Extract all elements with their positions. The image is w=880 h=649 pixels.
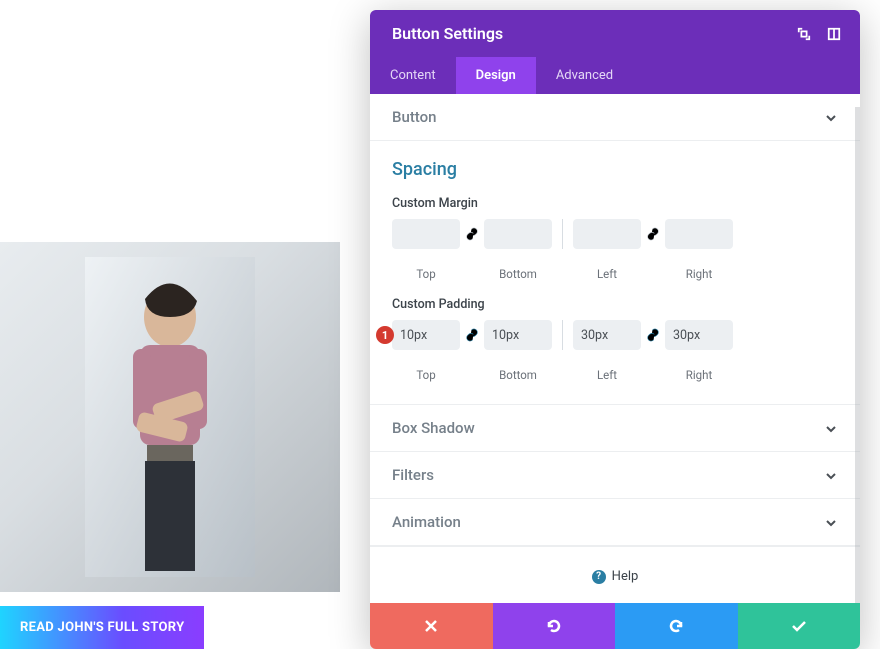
settings-panel: Button Settings Content Design Advanced …	[370, 10, 860, 649]
padding-right-input[interactable]	[665, 320, 733, 350]
scrollbar[interactable]	[855, 107, 860, 603]
padding-left-input[interactable]	[573, 320, 641, 350]
section-box-shadow[interactable]: Box Shadow	[370, 405, 860, 452]
help-link[interactable]: ? Help	[370, 546, 860, 603]
padding-col-labels: Top Bottom Left Right	[392, 368, 838, 382]
panel-header: Button Settings Content Design Advanced	[370, 10, 860, 94]
cta-button[interactable]: READ JOHN'S FULL STORY	[0, 606, 204, 649]
margin-right-input[interactable]	[665, 219, 733, 249]
annotation-badge: 1	[376, 326, 394, 344]
expand-icon[interactable]	[796, 26, 812, 42]
margin-col-labels: Top Bottom Left Right	[392, 267, 838, 281]
check-icon	[790, 617, 808, 635]
link-icon[interactable]	[641, 320, 665, 350]
padding-top-input[interactable]	[392, 320, 460, 350]
padding-bottom-input[interactable]	[484, 320, 552, 350]
save-button[interactable]	[738, 603, 861, 649]
redo-icon	[667, 617, 685, 635]
margin-inputs	[392, 219, 838, 249]
link-icon[interactable]	[460, 320, 484, 350]
section-label: Spacing	[392, 159, 457, 180]
chevron-down-icon	[824, 421, 838, 435]
padding-inputs: 1	[392, 320, 838, 350]
chevron-down-icon	[824, 110, 838, 124]
chevron-down-icon	[824, 468, 838, 482]
section-label: Filters	[392, 466, 434, 484]
tab-content[interactable]: Content	[370, 57, 456, 94]
section-label: Box Shadow	[392, 419, 475, 437]
link-icon[interactable]	[641, 219, 665, 249]
link-icon[interactable]	[460, 219, 484, 249]
undo-button[interactable]	[493, 603, 616, 649]
section-spacing-header[interactable]: Spacing	[392, 145, 838, 196]
margin-bottom-input[interactable]	[484, 219, 552, 249]
section-filters[interactable]: Filters	[370, 452, 860, 499]
preview-toggle-icon[interactable]	[826, 26, 842, 42]
close-button[interactable]	[370, 603, 493, 649]
tab-design[interactable]: Design	[456, 57, 536, 94]
section-label: Animation	[392, 513, 461, 531]
tabs: Content Design Advanced	[370, 57, 860, 94]
person-illustration	[85, 257, 255, 577]
chevron-down-icon	[824, 515, 838, 529]
custom-margin-label: Custom Margin	[392, 196, 838, 211]
panel-footer	[370, 603, 860, 649]
help-icon: ?	[592, 570, 606, 584]
margin-left-input[interactable]	[573, 219, 641, 249]
section-animation[interactable]: Animation	[370, 499, 860, 546]
panel-title: Button Settings	[392, 24, 503, 43]
help-label: Help	[612, 569, 639, 584]
custom-padding-label: Custom Padding	[392, 297, 838, 312]
tab-advanced[interactable]: Advanced	[536, 57, 633, 94]
sections-scroll[interactable]: Button Spacing Custom Margin	[370, 94, 860, 603]
margin-top-input[interactable]	[392, 219, 460, 249]
preview-photo	[0, 242, 340, 592]
section-button[interactable]: Button	[370, 94, 860, 141]
section-label: Button	[392, 108, 437, 126]
close-icon	[422, 617, 440, 635]
undo-icon	[545, 617, 563, 635]
preview-area: READ JOHN'S FULL STORY	[0, 242, 340, 649]
redo-button[interactable]	[615, 603, 738, 649]
section-spacing: Spacing Custom Margin Top	[370, 141, 860, 405]
